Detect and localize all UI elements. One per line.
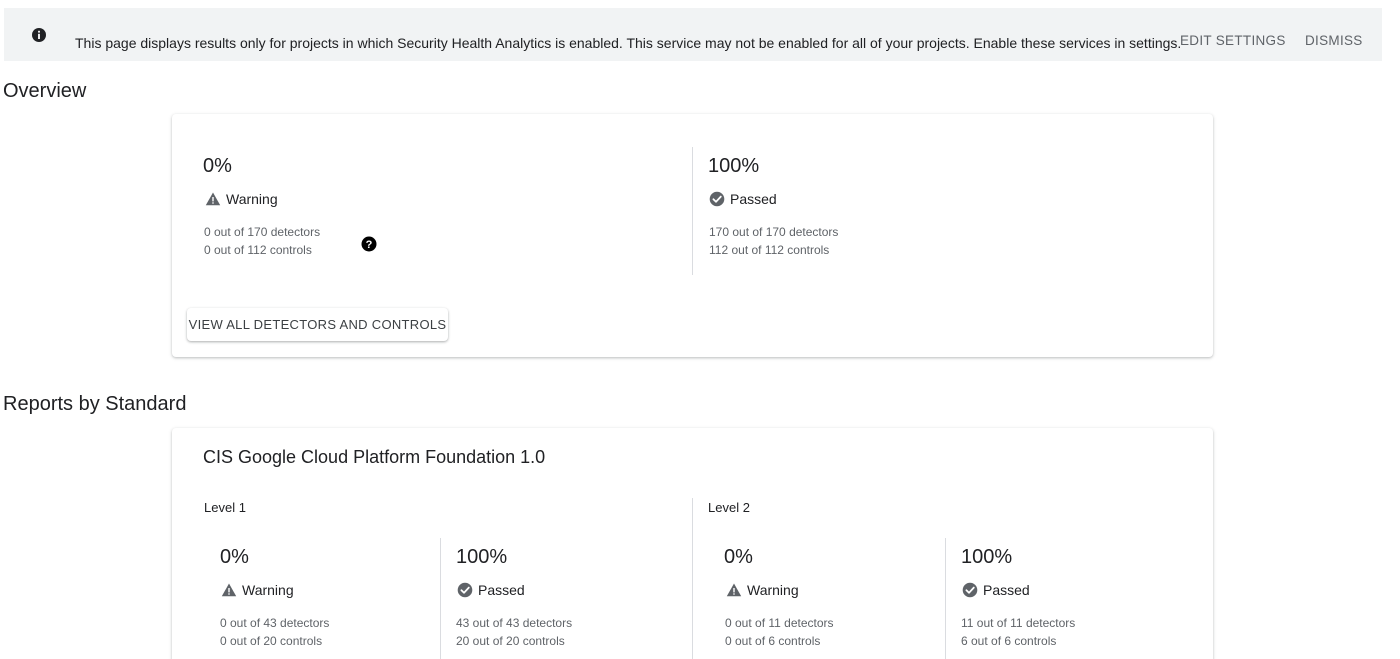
passed-controls: 112 out of 112 controls bbox=[709, 243, 830, 257]
warning-icon bbox=[726, 583, 742, 597]
reports-title: Reports by Standard bbox=[3, 393, 187, 415]
info-icon bbox=[32, 28, 46, 42]
level-2-warning-controls: 0 out of 6 controls bbox=[725, 634, 821, 648]
level-2-passed-percent: 100% bbox=[961, 546, 1013, 568]
column-divider bbox=[692, 147, 693, 275]
warning-label: Warning bbox=[226, 191, 278, 207]
overview-card: 0% Warning 0 out of 170 detectors 0 out … bbox=[172, 114, 1213, 357]
level-2-divider bbox=[945, 538, 946, 659]
level-2-label: Level 2 bbox=[708, 500, 750, 515]
view-all-detectors-button[interactable]: VIEW ALL DETECTORS AND CONTROLS bbox=[187, 308, 448, 341]
passed-percent: 100% bbox=[708, 155, 760, 177]
warning-icon bbox=[221, 583, 237, 597]
edit-settings-button[interactable]: EDIT SETTINGS bbox=[1180, 33, 1286, 49]
banner-message: This page displays results only for proj… bbox=[75, 35, 1182, 51]
check-circle-icon bbox=[709, 191, 725, 207]
level-1-passed-detectors: 43 out of 43 detectors bbox=[456, 616, 573, 630]
check-circle-icon bbox=[962, 582, 978, 598]
level-1-warning-percent: 0% bbox=[220, 546, 249, 568]
level-2-warning-label: Warning bbox=[747, 582, 799, 598]
passed-detectors: 170 out of 170 detectors bbox=[709, 225, 839, 239]
passed-label: Passed bbox=[730, 191, 777, 207]
level-1-label: Level 1 bbox=[204, 500, 246, 515]
svg-text:?: ? bbox=[366, 239, 373, 251]
dismiss-button[interactable]: DISMISS bbox=[1305, 33, 1363, 49]
warning-detectors: 0 out of 170 detectors bbox=[204, 225, 321, 239]
level-2-passed-controls: 6 out of 6 controls bbox=[961, 634, 1057, 648]
level-2-warning-percent: 0% bbox=[724, 546, 753, 568]
info-banner: This page displays results only for proj… bbox=[4, 8, 1382, 61]
level-2-passed-detectors: 11 out of 11 detectors bbox=[961, 616, 1076, 630]
warning-percent: 0% bbox=[203, 155, 232, 177]
level-1-warning-controls: 0 out of 20 controls bbox=[220, 634, 323, 648]
level-divider bbox=[692, 498, 693, 659]
level-1-passed-controls: 20 out of 20 controls bbox=[456, 634, 565, 648]
level-2-passed-label: Passed bbox=[983, 582, 1030, 598]
warning-controls: 0 out of 112 controls bbox=[204, 243, 312, 257]
level-1-warning-detectors: 0 out of 43 detectors bbox=[220, 616, 330, 630]
warning-icon bbox=[205, 192, 221, 206]
level-2-warning-detectors: 0 out of 11 detectors bbox=[725, 616, 834, 630]
standard-title: CIS Google Cloud Platform Foundation 1.0 bbox=[203, 447, 546, 467]
overview-title: Overview bbox=[3, 80, 87, 102]
check-circle-icon bbox=[457, 582, 473, 598]
level-1-warning-label: Warning bbox=[242, 582, 294, 598]
help-icon[interactable]: ? bbox=[361, 236, 377, 252]
level-1-passed-percent: 100% bbox=[456, 546, 508, 568]
level-1-passed-label: Passed bbox=[478, 582, 525, 598]
level-1-divider bbox=[440, 538, 441, 659]
standard-card: CIS Google Cloud Platform Foundation 1.0… bbox=[172, 428, 1213, 659]
